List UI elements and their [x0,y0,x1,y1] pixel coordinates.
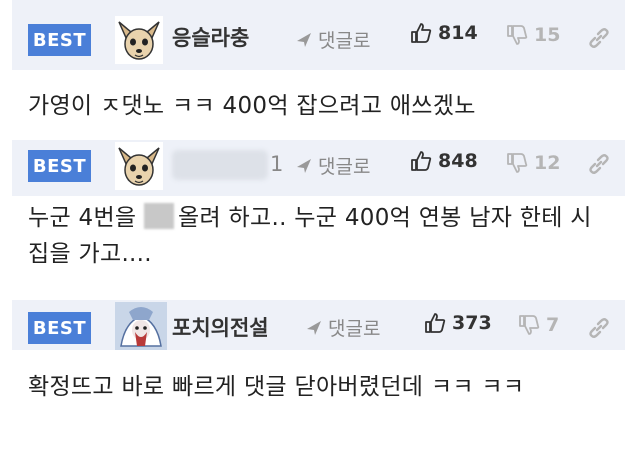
thumbs-up-icon [425,313,446,333]
like-button[interactable]: 848 [410,150,478,172]
username[interactable]: 포치의전설 [172,312,269,342]
like-count: 814 [438,22,478,44]
like-count: 848 [438,150,478,172]
reply-button[interactable]: 댓글로 [304,314,380,341]
comment-item: BEST 응슬라충 댓글로 814 15 가영이 ㅈ댓노 ㅋㅋ 400억 잡으려… [12,0,625,140]
username-number: 1 [270,152,284,176]
reply-arrow-icon [297,32,311,47]
comment-header: BEST 1 댓글로 848 12 [12,140,625,196]
comment-header: BEST 응슬라충 댓글로 814 15 [12,0,625,70]
like-button[interactable]: 814 [410,22,478,44]
best-badge: BEST [28,312,91,344]
dislike-button[interactable]: 12 [506,152,560,174]
comment-text: 누군 4번을 올려 하고.. 누군 400억 연봉 남자 한테 시집을 가고..… [28,200,605,272]
comment-text: 가영이 ㅈ댓노 ㅋㅋ 400억 잡으려고 애쓰겠노 [28,93,476,119]
dislike-count: 15 [534,24,561,46]
best-badge: BEST [28,150,91,182]
chihuahua-avatar-icon[interactable] [115,16,163,64]
dislike-count: 7 [546,314,560,336]
link-icon[interactable] [587,26,611,50]
dislike-button[interactable]: 15 [506,24,560,46]
character-avatar-icon[interactable] [115,302,167,350]
link-icon[interactable] [587,152,611,176]
like-count: 373 [452,312,492,334]
dislike-button[interactable]: 7 [518,314,559,336]
reply-arrow-icon [297,158,311,173]
comment-body: 누군 4번을 올려 하고.. 누군 400억 연봉 남자 한테 시집을 가고..… [12,196,625,300]
comment-text-part1: 누군 4번을 [28,205,137,231]
comment-body: 가영이 ㅈ댓노 ㅋㅋ 400억 잡으려고 애쓰겠노 [12,70,625,140]
thumbs-up-icon [411,23,432,43]
reply-arrow-icon [307,320,321,335]
comment-text: 확정뜨고 바로 빠르게 댓글 닫아버렸던데 ㅋㅋ ㅋㅋ [28,374,525,400]
thumbs-down-icon [519,315,540,335]
username-blurred[interactable] [172,150,268,180]
chihuahua-avatar-icon[interactable] [115,142,163,190]
like-button[interactable]: 373 [424,312,492,334]
comment-item: BEST 1 댓글로 848 12 누군 4번을 올려 하고.. 누군 400억… [12,140,625,300]
reply-label: 댓글로 [328,318,381,340]
reply-label: 댓글로 [318,156,371,178]
reply-button[interactable]: 댓글로 [294,26,370,53]
reply-button[interactable]: 댓글로 [294,152,370,179]
thumbs-up-icon [411,151,432,171]
reply-label: 댓글로 [318,30,371,52]
best-badge: BEST [28,24,91,56]
link-icon[interactable] [587,316,611,340]
comment-body: 확정뜨고 바로 빠르게 댓글 닫아버렸던데 ㅋㅋ ㅋㅋ [12,350,625,449]
redacted-text [144,203,175,229]
thumbs-down-icon [507,153,528,173]
dislike-count: 12 [534,152,561,174]
thumbs-down-icon [507,25,528,45]
comment-header: BEST 포치의전설 댓글로 373 7 [12,300,625,350]
comment-item: BEST 포치의전설 댓글로 373 7 확정뜨고 바로 빠르게 댓글 닫아버렸… [12,300,625,449]
username[interactable]: 응슬라충 [172,22,249,52]
